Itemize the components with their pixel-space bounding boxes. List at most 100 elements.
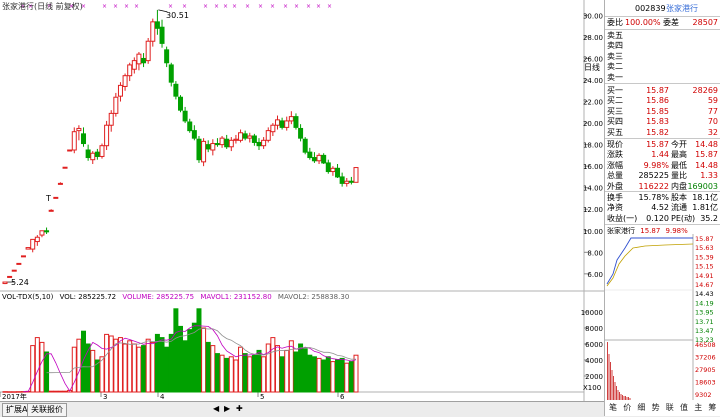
candle-body [335,167,341,178]
event-marker[interactable]: × [113,3,118,10]
panel-tab[interactable]: 值 [677,402,691,414]
volume-unit: X100 [583,384,602,392]
candle-body [274,119,280,126]
nav-right-icon[interactable]: ▶ [224,404,230,413]
kline-candle [335,164,341,178]
candle-body [67,149,73,152]
mini-vol-bar [614,382,616,400]
kline-candle [214,138,220,147]
stat-label: 股本 [671,193,687,202]
order-row[interactable]: 买四 15.83 70 [605,117,720,127]
event-marker[interactable]: × [223,3,228,10]
kline-candle [242,130,248,141]
kline-candle [30,238,36,253]
order-row[interactable]: 买三 15.85 77 [605,107,720,117]
kline-chart[interactable]: × × × × × × × × × × × × × × × × × × × × × × ×30.0028.0026.0024… [0,0,604,401]
x-tick-label: 5 [260,393,264,401]
kline-candle [353,167,359,183]
event-marker[interactable]: × [203,3,208,10]
stat-value: 1.81亿 [692,203,718,213]
tab-related-quotes[interactable]: 关联报价 [27,403,67,417]
volume-bar [270,337,276,393]
event-marker[interactable]: × [124,3,129,10]
stock-name: 张家港行 [666,4,698,13]
volume-bar [108,335,114,393]
order-price: 15.85 [646,106,669,116]
volume-bar [261,356,267,393]
kline-candle [307,147,313,160]
volume-bar [224,357,230,393]
panel-tab[interactable]: 价 [620,402,634,414]
mini-vol-bar [619,392,620,400]
vol-y-tick-label: 2000 [585,373,603,381]
order-row[interactable]: 买二 15.86 59 [605,96,720,106]
kline-candle [311,152,317,163]
panel-tab[interactable]: 细 [634,402,648,414]
nav-zoom-icon[interactable]: ✚ [236,404,243,413]
candle-body [117,84,123,97]
volume-bar [164,346,170,393]
candle-body [39,230,45,236]
kline-candle [154,9,160,35]
y-tick-label: 12.00 [583,206,603,214]
order-row[interactable]: 买一 15.87 28269 [605,86,720,96]
y-tick-label: 16.00 [583,163,603,171]
y-tick-label: 22.00 [583,99,603,107]
panel-tab[interactable]: 势 [649,402,663,414]
kline-candle [76,125,82,141]
panel-tab[interactable]: 主 [691,402,705,414]
volume-bar [325,356,331,393]
event-marker[interactable]: × [270,3,275,10]
stat-label: 最高 [671,150,687,160]
y-tick-label: 24.00 [583,77,603,85]
event-marker[interactable]: × [232,3,237,10]
volume-bar [293,351,299,393]
volume-bar [311,356,317,393]
kline-candle [302,137,308,155]
candle-body [228,139,234,148]
stat-value: 4.52 [651,203,669,213]
candle-body [122,75,128,87]
panel-tab[interactable]: 联 [663,402,677,414]
order-row[interactable]: 卖四 [605,41,720,51]
candle-body [256,141,262,147]
order-row[interactable]: 卖三 [605,52,720,62]
event-marker[interactable]: × [258,3,263,10]
event-marker[interactable]: × [294,3,299,10]
panel-tab[interactable]: 筹 [705,402,719,414]
event-marker[interactable]: × [327,3,332,10]
event-marker[interactable]: × [102,3,107,10]
event-marker[interactable]: × [316,3,321,10]
order-row[interactable]: 卖一 [605,73,720,83]
candle-body [321,154,327,164]
vol-y-tick-label: 10000 [581,309,603,317]
order-label: 卖五 [607,31,623,40]
order-price: 15.86 [646,96,669,106]
event-marker[interactable]: × [182,3,187,10]
candle-body [81,133,87,145]
kline-candle [187,118,193,133]
order-row[interactable]: 买五 15.82 32 [605,128,720,138]
volume-bar [191,322,197,393]
order-volume: 59 [707,96,718,106]
order-row[interactable]: 卖二 [605,62,720,72]
event-marker[interactable]: × [168,3,173,10]
intraday-mini-chart[interactable]: 15.8715.6315.39 15.1514.9114.6714.4314.19… [605,234,720,400]
kline-window: × × × × × × × × × × × × × × × × × × × × × × × 30.00 28.00 26.00 24… [0,0,720,417]
panel-tab[interactable]: 笔 [606,402,620,414]
mini-vol-bar [629,398,631,400]
event-marker[interactable]: × [283,3,288,10]
event-marker[interactable]: × [245,3,250,10]
order-label: 买五 [607,127,623,137]
candle-body [302,138,308,153]
volume-bar [205,341,211,393]
order-row[interactable]: 卖五 [605,31,720,41]
nav-left-icon[interactable]: ◀ [213,404,219,413]
mini-vol-bar [620,394,622,400]
candle-body [224,138,230,148]
mini-vol-bar [616,386,617,400]
event-marker[interactable]: × [134,3,139,10]
event-marker[interactable]: × [214,3,219,10]
mini-vol-bar [622,395,623,400]
event-marker[interactable]: × [306,3,311,10]
